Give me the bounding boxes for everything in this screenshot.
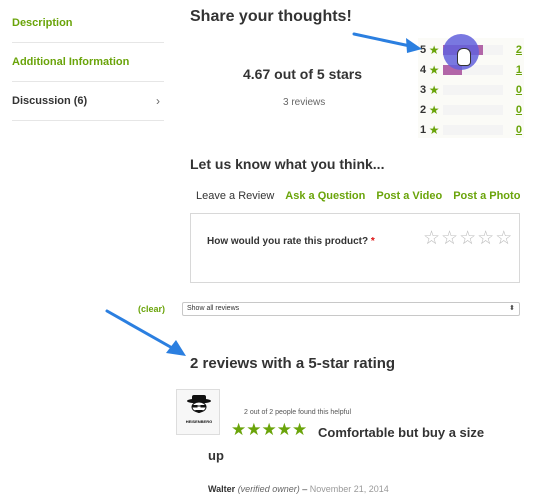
sidebar-item-description[interactable]: Description [12,4,164,43]
separator: – [299,484,310,494]
sidebar-item-label: Additional Information [12,56,130,68]
review-title: Comfortable but buy a size [318,425,485,440]
empty-star-icon[interactable]: ☆ [459,229,476,248]
helpful-count: 2 out of 2 people found this helpful [244,409,352,416]
empty-star-icon[interactable]: ☆ [477,229,494,248]
filled-star-icon: ★ [231,420,247,439]
rating-bar [442,125,503,135]
let-us-know-heading: Let us know what you think... [190,156,385,172]
share-thoughts-heading: Share your thoughts! [190,8,352,25]
rating-count-link[interactable]: 2 [511,44,522,56]
review-filter-value: Show all reviews [187,305,240,312]
rating-count-link[interactable]: 0 [511,124,522,136]
rating-form-box: How would you rate this product? * ☆ ☆ ☆… [190,213,520,283]
star-icon: ★ [428,63,440,77]
rating-row-stars: 2 [420,104,427,116]
sidebar-item-discussion[interactable]: Discussion (6) › [12,82,164,121]
avatar-caption: HEISENBERG [186,419,212,424]
sidebar-item-additional-information[interactable]: Additional Information [12,43,164,82]
rating-row-stars: 3 [420,84,427,96]
star-icon: ★ [428,43,440,57]
rating-bar [442,105,503,115]
rating-count-link[interactable]: 0 [511,104,522,116]
annotation-arrow-icon [105,309,186,356]
avatar: HEISENBERG [176,389,220,435]
required-marker: * [370,236,375,247]
rating-question-text: How would you rate this product? [207,236,369,247]
rating-question: How would you rate this product? * [207,236,375,247]
verified-owner-label: (verified owner) [237,484,300,494]
rating-bar [442,85,503,95]
review-author-line: Walter (verified owner) – November 21, 2… [208,484,389,494]
rating-row-1[interactable]: 1 ★ 0 [420,120,522,140]
heisenberg-avatar-icon: HEISENBERG [186,395,212,424]
star-rating-input[interactable]: ☆ ☆ ☆ ☆ ☆ [423,229,513,248]
star-icon: ★ [428,123,440,137]
rating-row-3[interactable]: 3 ★ 0 [420,80,522,100]
review-author: Walter [208,484,236,494]
filtered-reviews-heading: 2 reviews with a 5-star rating [190,355,396,372]
rating-row-stars: 4 [420,64,427,76]
review-star-rating: ★ ★ ★ ★ ★ [231,421,307,438]
rating-count-link[interactable]: 1 [511,64,522,76]
review-title-continued: up [208,448,224,463]
review-date: November 21, 2014 [309,484,389,494]
annotation-arrow-icon [352,32,422,53]
average-rating: 4.67 out of 5 stars [243,66,363,82]
star-icon: ★ [428,83,440,97]
hand-cursor-icon [457,48,471,66]
tab-post-a-photo[interactable]: Post a Photo [453,190,520,202]
product-tabs-sidebar: Description Additional Information Discu… [12,4,164,121]
review-count: 3 reviews [283,97,326,108]
filled-star-icon: ★ [276,420,292,439]
filled-star-icon: ★ [261,420,277,439]
rating-row-stars: 1 [420,124,427,136]
tab-ask-a-question[interactable]: Ask a Question [285,190,365,202]
empty-star-icon[interactable]: ☆ [441,229,458,248]
sidebar-item-label: Discussion (6) [12,95,88,107]
review-filter-select[interactable]: Show all reviews ⬍ [182,302,520,316]
chevron-right-icon: › [156,94,160,108]
filled-star-icon: ★ [246,420,262,439]
empty-star-icon[interactable]: ☆ [495,229,512,248]
clear-filter-link[interactable]: (clear) [138,304,165,314]
tab-post-a-video[interactable]: Post a Video [376,190,442,202]
tab-leave-a-review[interactable]: Leave a Review [196,190,274,202]
rating-row-2[interactable]: 2 ★ 0 [420,100,522,120]
empty-star-icon[interactable]: ☆ [423,229,440,248]
review-tabs: Leave a Review Ask a Question Post a Vid… [190,190,531,202]
sidebar-item-label: Description [12,17,73,29]
select-caret-icon: ⬍ [509,305,515,312]
filled-star-icon: ★ [292,420,308,439]
star-icon: ★ [428,103,440,117]
rating-count-link[interactable]: 0 [511,84,522,96]
